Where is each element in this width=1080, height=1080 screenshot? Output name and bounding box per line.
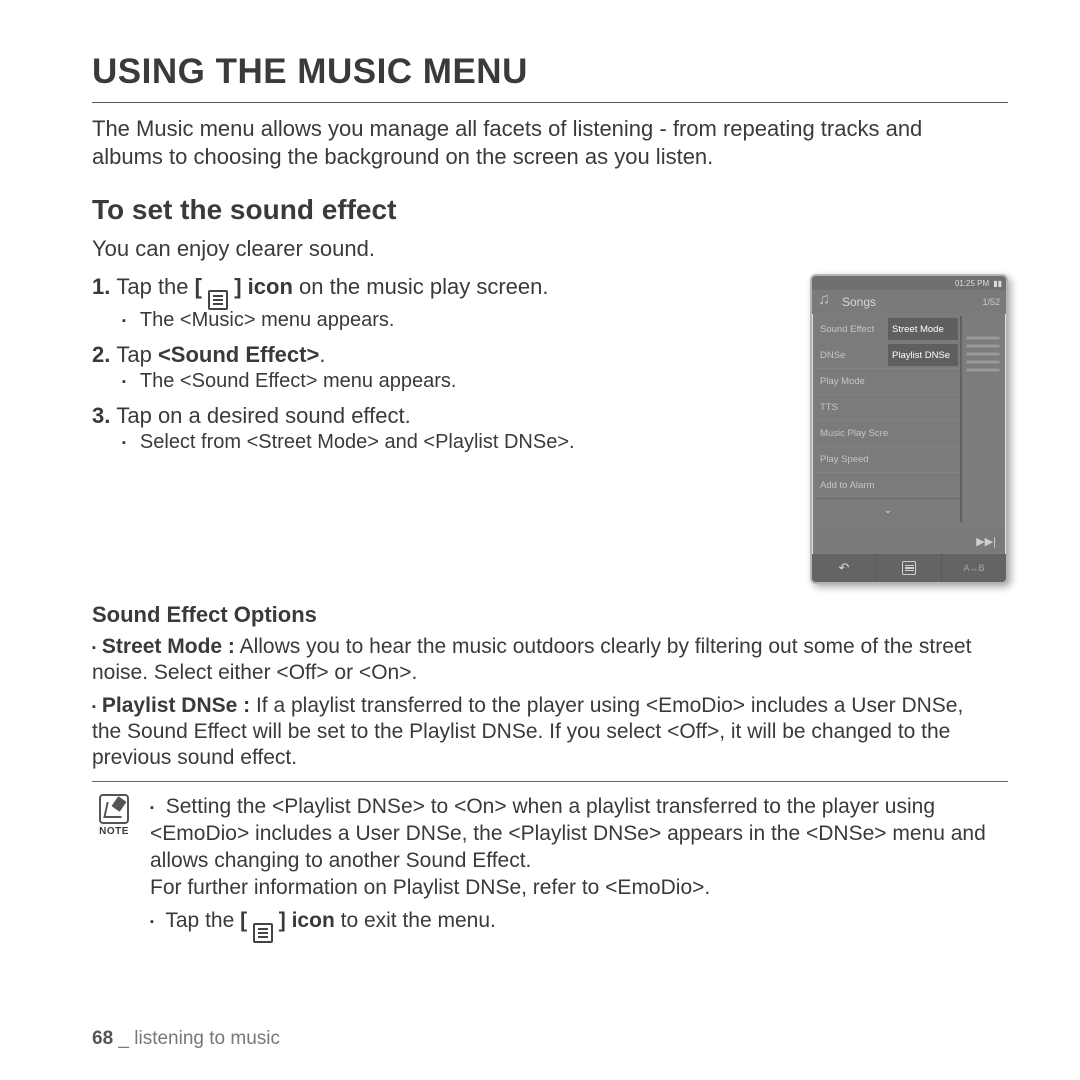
step-3: 3. Tap on a desired sound effect. Select… [92,403,792,454]
back-icon: ↶ [839,560,850,576]
step-number: 2. [92,342,110,368]
step-sub: The <Sound Effect> menu appears. [122,370,792,393]
note-item: Setting the <Playlist DNSe> to <On> when… [150,794,992,902]
bracket-close: ] [228,274,241,299]
device-menu-popup: Sound EffectStreet Mode DNSePlaylist DNS… [816,316,962,522]
step-sub: Select from <Street Mode> and <Playlist … [122,431,792,454]
row-label: TTS [816,402,888,413]
sub-text: Select from <Street Mode> and <Playlist … [140,431,575,454]
step-2: 2. Tap <Sound Effect>. The <Sound Effect… [92,342,792,393]
divider [92,781,1008,782]
row-label: Play Mode [816,376,888,387]
note-text-pre: Tap the [165,909,240,932]
note-bold: icon [286,909,335,932]
section-title: To set the sound effect [92,194,1008,226]
note-text-post: to exit the menu. [335,909,496,932]
chevron-down-icon: ⌄ [884,505,892,516]
options-list: Street Mode : Allows you to hear the mus… [92,634,982,771]
device-track-count: 1/52 [982,297,1000,307]
step-text: Tap on a desired sound effect. [116,403,410,429]
option-item: Playlist DNSe : If a playlist transferre… [92,693,982,772]
device-play-controls: ▶▶| [816,530,1002,552]
device-clock: 01:25 PM [955,279,989,288]
step-text-pre: Tap [116,342,158,367]
device-scroll-down[interactable]: ⌄ [816,498,960,522]
step-text: Tap the [ ] icon on the music play scree… [116,274,548,307]
sub-text: The <Sound Effect> menu appears. [140,370,457,393]
note-text: Setting the <Playlist DNSe> to <On> when… [150,795,986,872]
step-text-pre: Tap the [116,274,194,299]
device-screen-title: Songs [842,295,876,309]
device-menu-row[interactable]: Music Play Screen [816,420,960,446]
row-value: Street Mode [888,318,958,340]
row-label: Sound Effect [816,324,888,335]
note-icon [99,794,129,824]
step-1: 1. Tap the [ ] icon on the music play sc… [92,274,792,332]
section-desc: You can enjoy clearer sound. [92,236,1008,262]
step-number: 3. [92,403,110,429]
row-label: Add to Alarm [816,480,888,491]
page-footer: 68 _ listening to music [92,1028,280,1050]
menu-icon [902,561,916,575]
note-label: NOTE [99,826,129,837]
ab-label: A↔B [963,563,984,573]
row-label: DNSe [816,350,888,361]
step-text: Tap <Sound Effect>. [116,342,325,368]
device-screenshot: 01:25 PM ▮▮ Songs 1/52 Sound EffectStree… [810,274,1008,584]
note-badge: NOTE [92,794,136,837]
device-status-bar: 01:25 PM ▮▮ [812,276,1006,290]
option-name: Playlist DNSe : [102,694,250,717]
step-text-pre: Tap on a desired sound effect. [116,403,410,428]
note-text: For further information on Playlist DNSe… [150,876,710,899]
back-button[interactable]: ↶ [812,554,877,582]
device-bg-decor [966,336,1000,372]
step-sub: The <Music> menu appears. [122,309,792,332]
ab-repeat-button[interactable]: A↔B [942,554,1006,582]
sub-text: The <Music> menu appears. [140,309,395,332]
page-number: 68 [92,1028,113,1049]
menu-icon [253,923,273,943]
row-label: Music Play Screen [816,428,888,439]
step-text-post: . [319,342,325,367]
step-number: 1. [92,274,110,300]
note-item: Tap the [ ] icon to exit the menu. [150,908,992,940]
option-item: Street Mode : Allows you to hear the mus… [92,634,982,687]
menu-button[interactable] [877,554,942,582]
device-menu-row[interactable]: Play Speed [816,446,960,472]
note-list: Setting the <Playlist DNSe> to <On> when… [150,794,992,946]
row-label: Play Speed [816,454,888,465]
page-title: USING THE MUSIC MENU [92,52,1008,103]
music-icon [818,293,836,311]
step-bold: icon [242,274,293,299]
device-menu-row[interactable]: DNSePlaylist DNSe [816,342,960,368]
row-value: Playlist DNSe [888,344,958,366]
footer-text: _ listening to music [113,1028,280,1049]
device-bottom-nav: ↶ A↔B [812,554,1006,582]
menu-icon [208,290,228,310]
device-menu-row[interactable]: Play Mode [816,368,960,394]
next-icon[interactable]: ▶▶| [976,535,996,548]
option-name: Street Mode : [102,635,235,658]
device-menu-row[interactable]: TTS [816,394,960,420]
intro-text: The Music menu allows you manage all fac… [92,115,972,170]
options-title: Sound Effect Options [92,602,1008,628]
device-title-bar: Songs 1/52 [812,290,1006,314]
step-text-post: on the music play screen. [293,274,549,299]
step-bold: <Sound Effect> [158,342,319,367]
battery-icon: ▮▮ [993,279,1002,288]
bracket-open: [ [195,274,208,299]
device-menu-row[interactable]: Sound EffectStreet Mode [816,316,960,342]
device-menu-row[interactable]: Add to Alarm [816,472,960,498]
steps-list: 1. Tap the [ ] icon on the music play sc… [92,274,792,464]
